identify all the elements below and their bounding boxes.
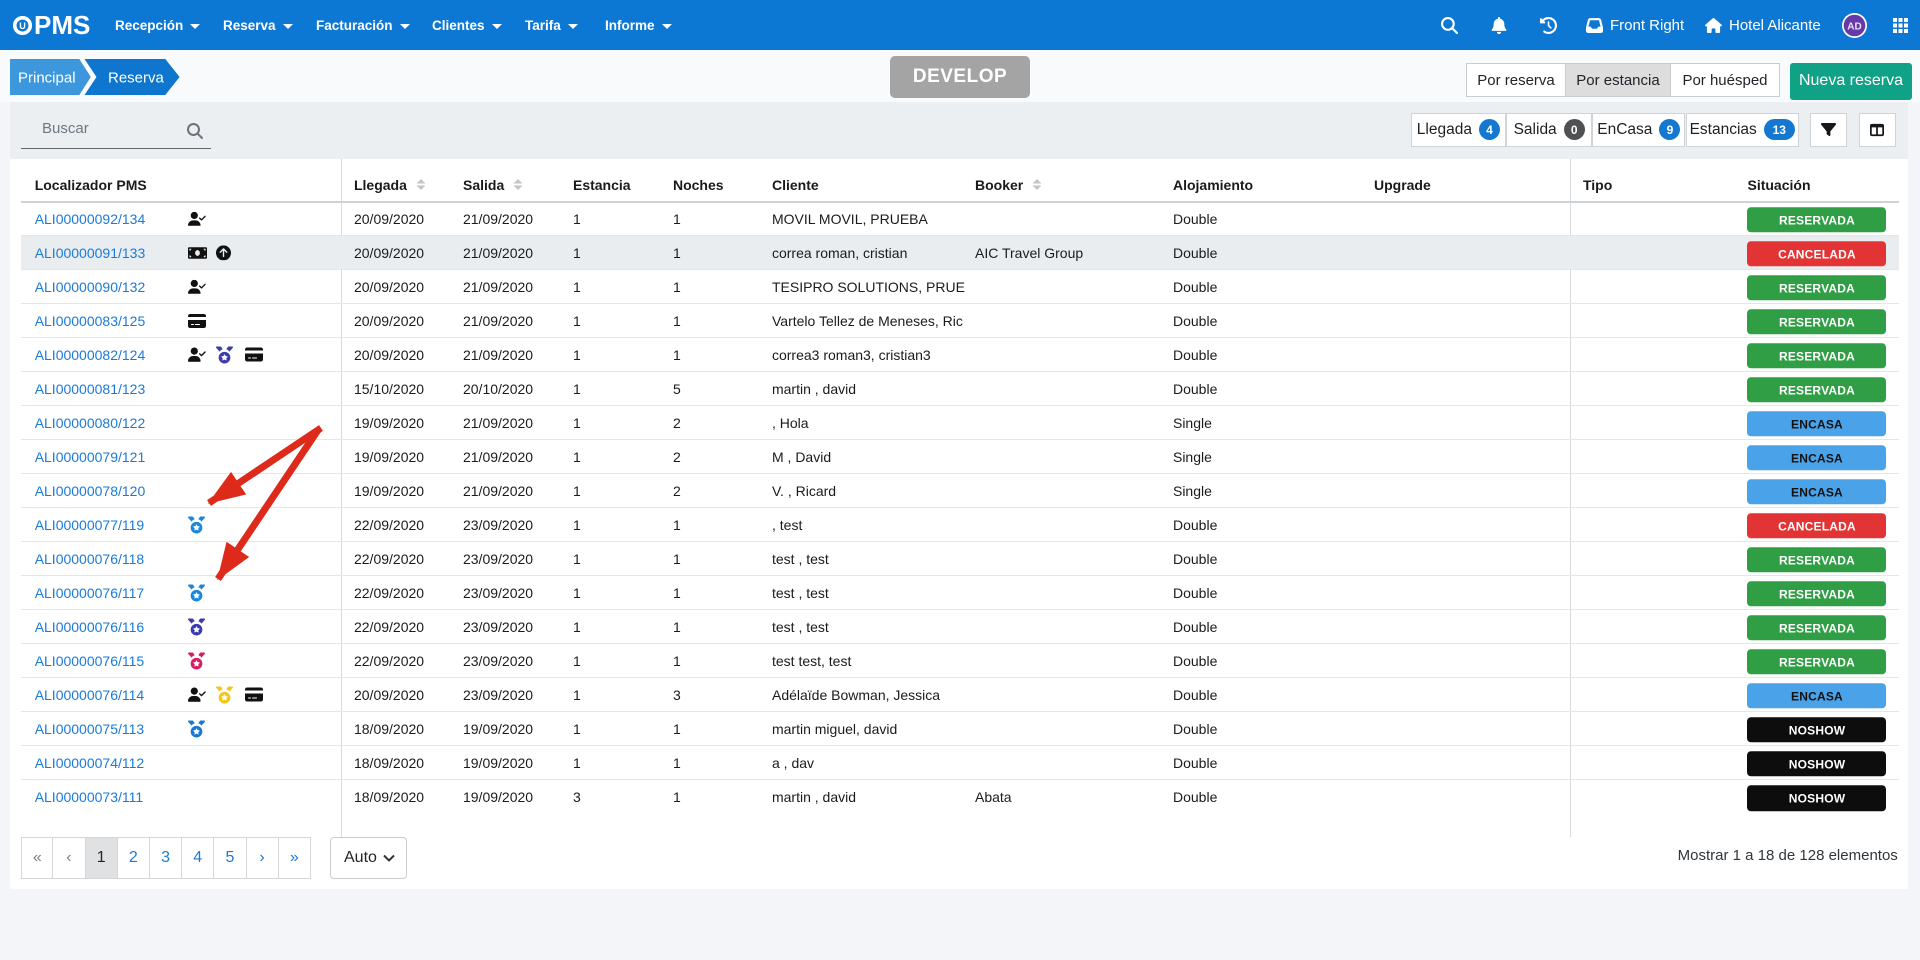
svg-text:AD: AD (1847, 21, 1861, 32)
svg-text:Principal: Principal (18, 69, 76, 86)
svg-text:Reserva: Reserva (108, 69, 165, 86)
svg-text:U: U (19, 20, 26, 30)
